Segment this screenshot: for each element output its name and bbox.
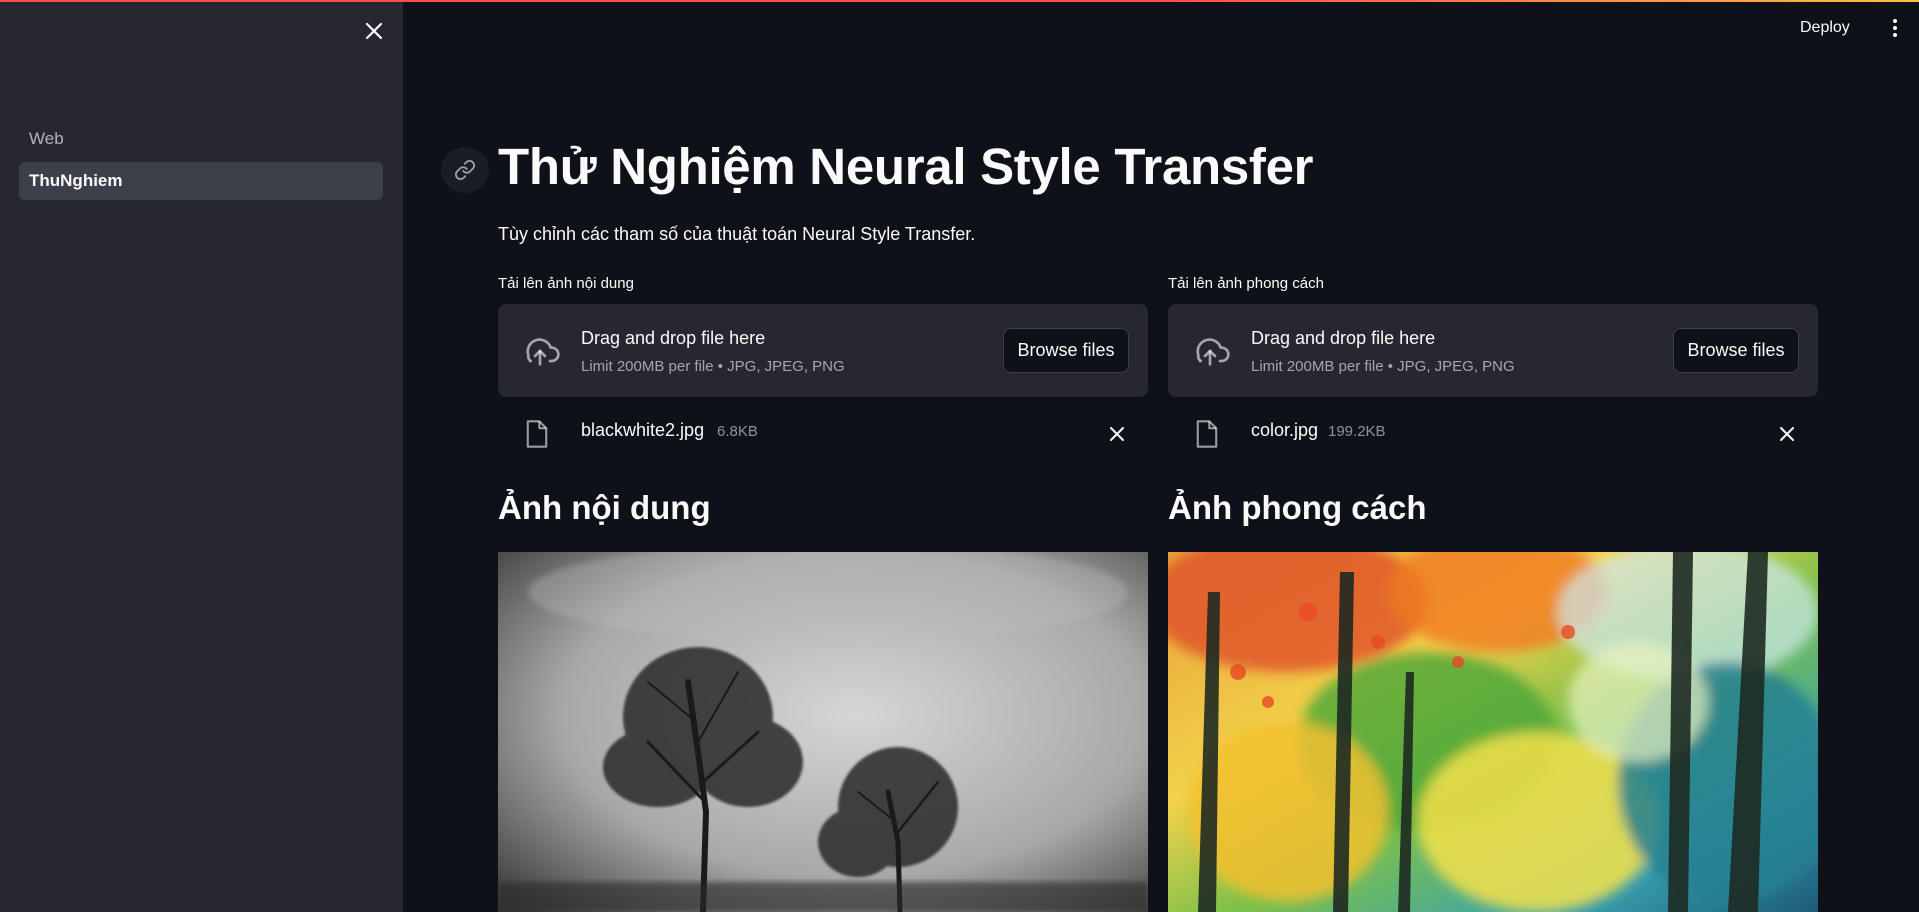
close-icon — [365, 22, 383, 40]
top-decoration-bar — [0, 0, 1919, 2]
uploader-label: Tải lên ảnh nội dung — [498, 275, 634, 292]
uploader-label: Tải lên ảnh phong cách — [1168, 275, 1324, 292]
close-icon — [1780, 427, 1794, 441]
file-size: 6.8KB — [717, 423, 758, 440]
content-image-heading: Ảnh nội dung — [498, 489, 711, 526]
sidebar-item-web[interactable]: Web — [19, 120, 383, 158]
link-icon — [454, 159, 476, 181]
remove-file-button[interactable] — [1104, 421, 1130, 447]
cloud-upload-icon — [526, 338, 560, 366]
main-menu-button[interactable] — [1880, 14, 1910, 42]
dropzone[interactable]: Drag and drop file here Limit 200MB per … — [498, 304, 1148, 397]
style-uploader: Tải lên ảnh phong cách Drag and drop fil… — [1168, 272, 1818, 467]
file-name: blackwhite2.jpg — [581, 420, 705, 440]
file-icon — [1196, 420, 1218, 448]
deploy-label: Deploy — [1800, 19, 1850, 36]
page-subtitle: Tùy chỉnh các tham số của thuật toán Neu… — [498, 224, 976, 244]
uploaded-file: blackwhite2.jpg 6.8KB — [498, 407, 1148, 467]
title-anchor-link[interactable] — [441, 147, 489, 193]
sidebar-item-label: Web — [29, 129, 64, 148]
sidebar-item-thunghiem[interactable]: ThuNghiem — [19, 162, 383, 200]
file-size: 199.2KB — [1328, 423, 1386, 440]
dropzone-instructions: Drag and drop file here — [1251, 328, 1436, 348]
style-image-heading: Ảnh phong cách — [1168, 489, 1427, 526]
sidebar: Web ThuNghiem — [0, 0, 403, 912]
browse-files-button[interactable]: Browse files — [1003, 328, 1129, 373]
dropzone[interactable]: Drag and drop file here Limit 200MB per … — [1168, 304, 1818, 397]
cloud-upload-icon — [1196, 338, 1230, 366]
content-image — [498, 552, 1148, 912]
file-icon — [526, 420, 548, 448]
deploy-button[interactable]: Deploy — [1800, 14, 1850, 42]
uploaded-file: color.jpg 199.2KB — [1168, 407, 1818, 467]
dropzone-instructions: Drag and drop file here — [581, 328, 766, 348]
file-name: color.jpg — [1251, 420, 1319, 440]
kebab-menu-icon — [1893, 19, 1897, 37]
sidebar-item-label: ThuNghiem — [29, 171, 123, 190]
dropzone-limit: Limit 200MB per file • JPG, JPEG, PNG — [581, 358, 845, 375]
content-uploader: Tải lên ảnh nội dung Drag and drop file … — [498, 272, 1148, 467]
browse-files-button[interactable]: Browse files — [1673, 328, 1799, 373]
remove-file-button[interactable] — [1774, 421, 1800, 447]
dropzone-limit: Limit 200MB per file • JPG, JPEG, PNG — [1251, 358, 1515, 375]
close-sidebar-button[interactable] — [359, 16, 389, 46]
page-title: Thử Nghiệm Neural Style Transfer — [498, 138, 1314, 195]
style-image — [1168, 552, 1818, 912]
close-icon — [1110, 427, 1124, 441]
